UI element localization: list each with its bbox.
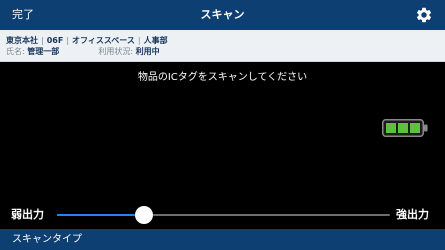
location-department: 人事部: [143, 36, 168, 45]
breadcrumb-separator: |: [66, 36, 70, 45]
bottom-bar: スキャンタイプ: [0, 229, 445, 250]
slider-fill: [57, 214, 144, 216]
name-label: 氏名:: [6, 47, 25, 56]
breadcrumb-separator: |: [137, 36, 141, 45]
nav-bar: 完了 スキャン: [0, 0, 445, 30]
battery-icon: [382, 119, 428, 137]
scan-instruction: 物品のICタグをスキャンしてください: [137, 72, 308, 83]
scan-type-button[interactable]: スキャンタイプ: [12, 233, 82, 246]
weak-power-label: 弱出力: [11, 208, 44, 221]
location-site: 東京本社: [6, 36, 38, 45]
name-value: 管理一部: [27, 47, 60, 56]
battery-cell: [398, 123, 408, 133]
strong-power-label: 強出力: [396, 208, 429, 221]
breadcrumb-separator: |: [41, 36, 44, 45]
location-breadcrumb: 東京本社 | 06F | オフィススペース | 人事部: [6, 35, 168, 46]
location-floor: 06F: [46, 36, 64, 45]
power-slider[interactable]: [57, 206, 390, 224]
status-label: 利用状況:: [98, 47, 134, 56]
gear-icon[interactable]: [415, 6, 433, 24]
battery-cell: [386, 123, 396, 133]
asset-info-panel: 東京本社 | 06F | オフィススペース | 人事部 氏名: 管理一部 利用状況: 利用中: [0, 30, 445, 62]
owner-status-row: 氏名: 管理一部 利用状況: 利用中: [6, 46, 160, 57]
location-area: オフィススペース: [72, 36, 135, 45]
page-title: スキャン: [200, 8, 245, 21]
status-value: 利用中: [135, 47, 160, 56]
scan-screen: 完了 スキャン 東京本社 | 06F | オフィススペース | 人事部 氏名: 管理一部 利…: [0, 0, 445, 250]
slider-thumb[interactable]: [134, 206, 153, 224]
battery-cell: [410, 123, 420, 133]
